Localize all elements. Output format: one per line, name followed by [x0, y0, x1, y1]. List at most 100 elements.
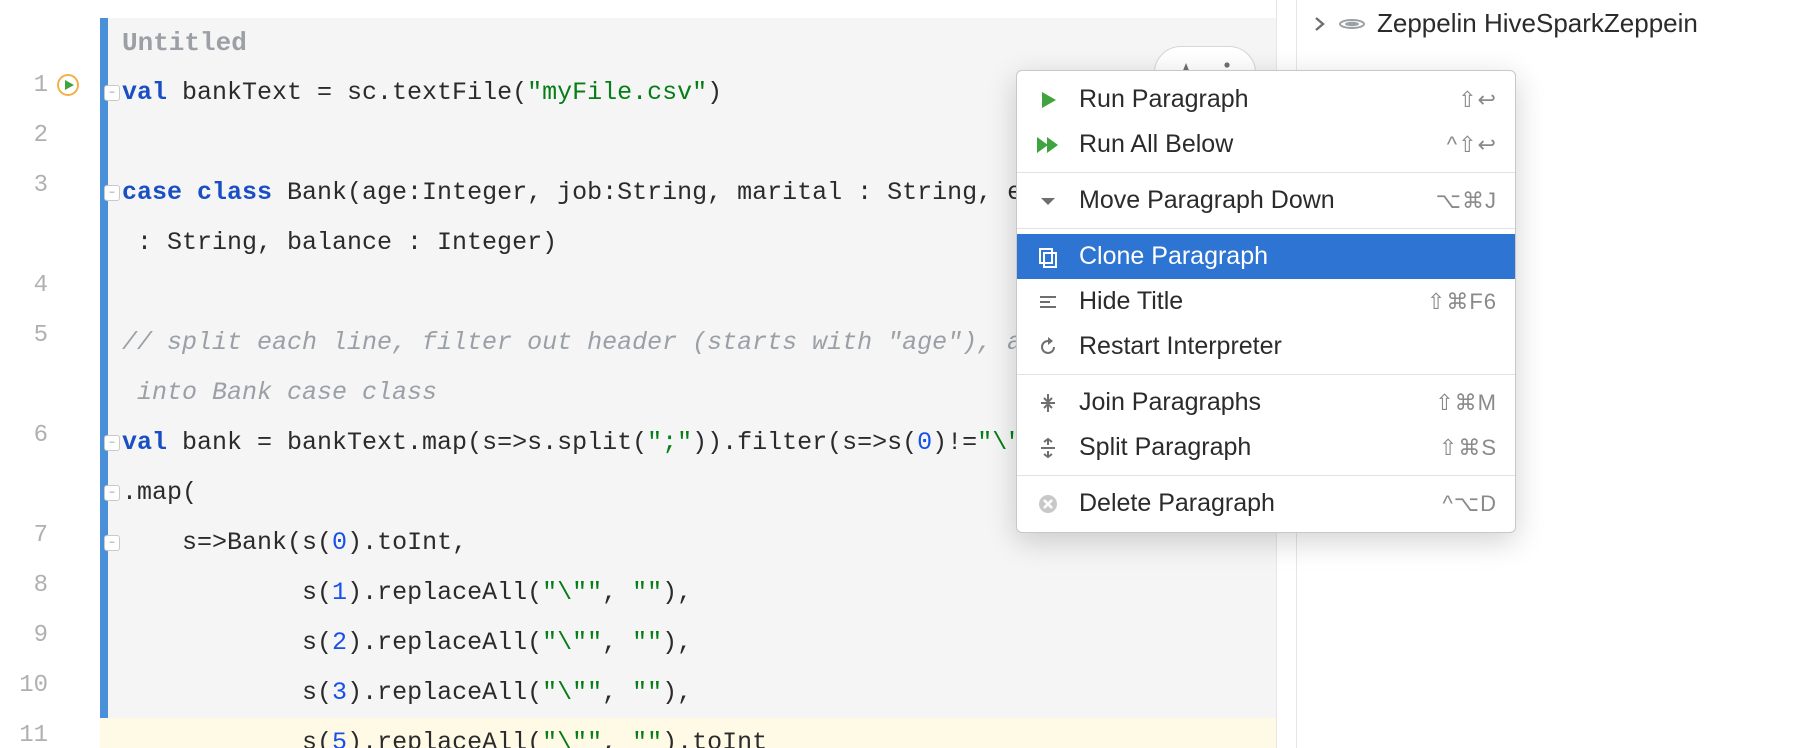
cell-run-strip[interactable]: [100, 18, 108, 748]
code-token-p: ).replaceAll(: [347, 728, 542, 748]
menu-item-shortcut: ⇧⌘F6: [1427, 289, 1497, 315]
menu-item-label: Clone Paragraph: [1079, 242, 1479, 271]
code-token-num: 0: [332, 528, 347, 557]
code-token-p: ,: [602, 578, 632, 607]
line-number: 5: [0, 322, 48, 349]
menu-item-shortcut: ^⌥D: [1442, 491, 1497, 517]
gutter-row: 3: [0, 160, 100, 210]
menu-item-delete-paragraph[interactable]: Delete Paragraph ^⌥D: [1017, 481, 1515, 526]
code-token-p: ),: [662, 678, 692, 707]
code-token-p: s(: [122, 678, 332, 707]
menu-item-label: Split Paragraph: [1079, 433, 1421, 462]
code-token-kw: val: [122, 78, 167, 107]
menu-separator: [1017, 374, 1515, 375]
menu-item-join-paragraphs[interactable]: Join Paragraphs ⇧⌘M: [1017, 380, 1515, 425]
gutter-row: 5: [0, 310, 100, 360]
code-token-num: 3: [332, 678, 347, 707]
gutter-row: [0, 460, 100, 510]
line-number: 11: [0, 722, 48, 748]
gutter-row: 2: [0, 110, 100, 160]
gutter-row: 8: [0, 560, 100, 610]
code-token-p: ,: [602, 678, 632, 707]
code-line[interactable]: s(2).replaceAll("\"", ""),: [122, 618, 1276, 668]
line-number: 3: [0, 172, 48, 199]
cell-title: Untitled: [100, 18, 1276, 68]
code-token-str: ";": [647, 428, 692, 457]
menu-item-shortcut: ⌥⌘J: [1436, 188, 1497, 214]
code-line[interactable]: s(5).replaceAll("\"", "").toInt: [100, 718, 1276, 748]
code-token-str: "\"": [542, 678, 602, 707]
fold-handle[interactable]: –: [104, 535, 120, 551]
menu-item-shortcut: ^⇧↩: [1447, 132, 1497, 158]
menu-item-shortcut: ⇧⌘M: [1435, 390, 1497, 416]
fold-handle[interactable]: –: [104, 485, 120, 501]
menu-item-clone-paragraph[interactable]: Clone Paragraph: [1017, 234, 1515, 279]
menu-item-label: Delete Paragraph: [1079, 489, 1424, 518]
line-number: 10: [0, 672, 48, 699]
gutter-row: 1: [0, 60, 100, 110]
code-token-p: ).replaceAll(: [347, 578, 542, 607]
restart-icon: [1035, 334, 1061, 360]
code-token-p: ,: [602, 728, 632, 748]
menu-item-shortcut: ⇧↩: [1458, 87, 1497, 113]
code-token-str: "": [632, 578, 662, 607]
fold-handle[interactable]: –: [104, 435, 120, 451]
code-token-str: "\"": [542, 628, 602, 657]
run-gutter-icon[interactable]: [48, 73, 88, 97]
tree-item-zeppelin[interactable]: Zeppelin HiveSparkZeppein: [1297, 4, 1816, 43]
code-token-num: 2: [332, 628, 347, 657]
join-icon: [1035, 390, 1061, 416]
menu-item-run-all-below[interactable]: Run All Below ^⇧↩: [1017, 122, 1515, 167]
code-token-str: "myFile.csv": [527, 78, 707, 107]
code-token-str: "": [632, 728, 662, 748]
menu-item-label: Run All Below: [1079, 130, 1429, 159]
code-token-cm: into Bank case class: [122, 378, 437, 407]
menu-separator: [1017, 475, 1515, 476]
code-token-str: "\"": [542, 578, 602, 607]
arrow-down-icon: [1035, 188, 1061, 214]
menu-item-restart-interpreter[interactable]: Restart Interpreter: [1017, 324, 1515, 369]
app-root: 123456789101112 Untitled –val bankText =…: [0, 0, 1816, 748]
gutter-row: 6: [0, 410, 100, 460]
code-token-p: .map(: [122, 478, 197, 507]
gutter-row: 10: [0, 660, 100, 710]
code-token-p: Bank(age:Integer, job:String, marital : …: [272, 178, 1082, 207]
tree-item-label: Zeppelin HiveSparkZeppein: [1377, 8, 1698, 39]
gutter-row: 4: [0, 260, 100, 310]
code-token-p: bank = bankText.map(s=>s.split(: [167, 428, 647, 457]
code-token-num: 0: [917, 428, 932, 457]
hide-icon: [1035, 289, 1061, 315]
code-token-kw: case class: [122, 178, 272, 207]
menu-item-label: Join Paragraphs: [1079, 388, 1417, 417]
code-token-p: ).toInt: [662, 728, 767, 748]
gutter-row: [0, 210, 100, 260]
fold-handle[interactable]: –: [104, 185, 120, 201]
menu-item-label: Restart Interpreter: [1079, 332, 1479, 361]
menu-item-hide-title[interactable]: Hide Title ⇧⌘F6: [1017, 279, 1515, 324]
code-line[interactable]: s(3).replaceAll("\"", ""),: [122, 668, 1276, 718]
code-token-p: : String, balance : Integer): [122, 228, 557, 257]
code-token-str: "\"": [542, 728, 602, 748]
gutter-row: 7: [0, 510, 100, 560]
menu-item-split-paragraph[interactable]: Split Paragraph⇧⌘S: [1017, 425, 1515, 470]
menu-item-move-paragraph-down[interactable]: Move Paragraph Down⌥⌘J: [1017, 178, 1515, 223]
code-line[interactable]: s(1).replaceAll("\"", ""),: [122, 568, 1276, 618]
menu-item-run-paragraph[interactable]: Run Paragraph⇧↩: [1017, 77, 1515, 122]
code-token-str: "": [632, 678, 662, 707]
fold-handle[interactable]: –: [104, 85, 120, 101]
code-token-cm: // split each line, filter out header (s…: [122, 328, 1082, 357]
code-token-kw: val: [122, 428, 167, 457]
line-number: 4: [0, 272, 48, 299]
run-icon: [1035, 87, 1061, 113]
clone-icon: [1035, 244, 1061, 270]
gutter-row: 11: [0, 710, 100, 748]
code-token-p: s(: [122, 578, 332, 607]
editor-gutter: 123456789101112: [0, 0, 100, 748]
paragraph-context-menu: Run Paragraph⇧↩ Run All Below ^⇧↩ Move Para…: [1016, 70, 1516, 533]
code-token-num: 5: [332, 728, 347, 748]
code-token-num: 1: [332, 578, 347, 607]
chevron-right-icon: [1311, 16, 1327, 32]
menu-item-label: Hide Title: [1079, 287, 1409, 316]
menu-separator: [1017, 228, 1515, 229]
line-number: 9: [0, 622, 48, 649]
